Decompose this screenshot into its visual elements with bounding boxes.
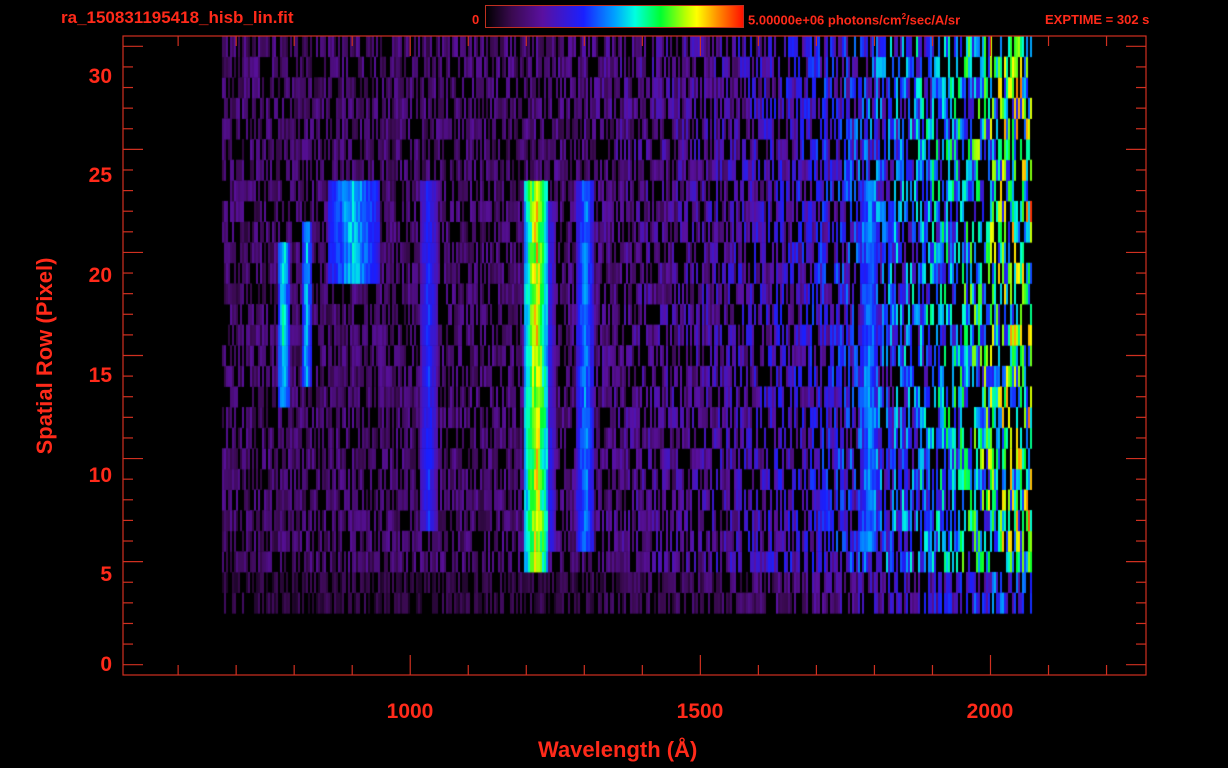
colorbar-max-label: 5.00000e+06 photons/cm2/sec/A/sr [748,12,960,27]
colorbar-max-value: 5.00000e+06 photons/cm [748,12,902,28]
exptime-label: EXPTIME = 302 s [1045,12,1150,27]
colorbar-min-label: 0 [472,12,480,27]
x-tick-label: 1500 [676,700,724,723]
colorbar-unit: /sec/A/sr [906,12,961,28]
y-tick-label: 10 [88,464,112,487]
colorbar [485,5,744,28]
chart-title: ra_150831195418_hisb_lin.fit [61,8,294,27]
x-axis-label: Wavelength (Å) [538,737,698,762]
y-tick-label: 0 [100,653,112,676]
y-tick-label: 5 [100,563,112,586]
y-tick-label: 20 [88,264,112,287]
y-axis-label: Spatial Row (Pixel) [32,257,57,455]
spectrogram-figure: ra_150831195418_hisb_lin.fit 0 5.00000e+… [0,0,1228,768]
x-tick-label: 2000 [966,700,1014,723]
y-tick-label: 30 [88,65,112,88]
y-tick-label: 15 [88,364,112,387]
x-tick-label: 1000 [386,700,434,723]
y-tick-label: 25 [88,164,112,187]
heatmap-image [0,0,1228,768]
